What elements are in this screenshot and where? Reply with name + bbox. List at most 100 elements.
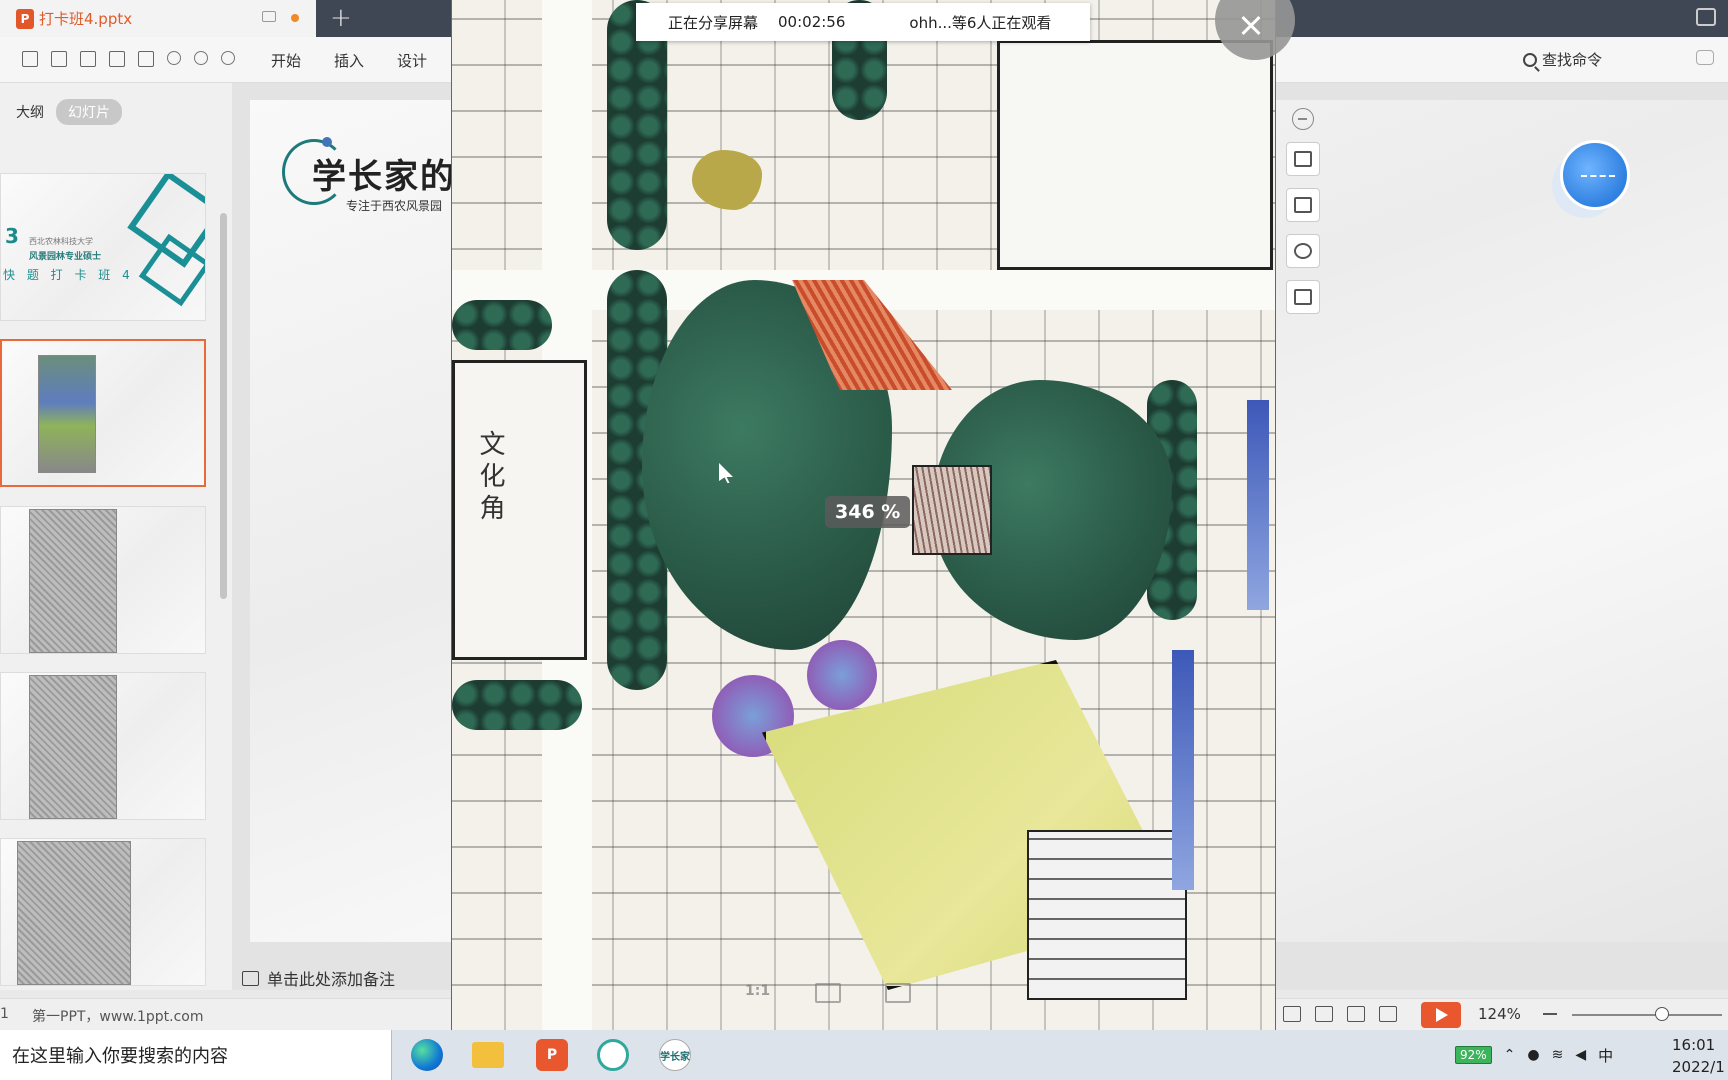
window-layout-icon[interactable] <box>1696 8 1716 26</box>
document-tab-name: 打卡班4.pptx <box>39 10 133 28</box>
zoom-level[interactable]: 124% <box>1478 1005 1521 1023</box>
slide-number: 1 <box>0 1006 9 1022</box>
tab-slides[interactable]: 幻灯片 <box>56 99 122 125</box>
logo-title: 学长家的 <box>312 157 456 197</box>
redo-icon[interactable] <box>194 51 208 65</box>
notes-placeholder: 单击此处添加备注 <box>267 970 396 989</box>
open-folder-icon[interactable] <box>22 51 38 67</box>
edit-icon <box>1294 289 1312 305</box>
menu-insert[interactable]: 插入 <box>334 50 364 71</box>
floating-assistant-icon[interactable] <box>1560 140 1630 210</box>
taskbar-search-placeholder: 在这里输入你要搜索的内容 <box>12 1046 228 1067</box>
customize-dropdown-icon[interactable] <box>221 51 235 65</box>
notes-area[interactable]: 单击此处添加备注 <box>242 966 395 990</box>
menu-design[interactable]: 设计 <box>397 50 427 71</box>
print-icon[interactable] <box>109 51 125 67</box>
thumb-plan-image <box>29 675 117 819</box>
zoom-out-circle-icon[interactable] <box>1292 108 1314 130</box>
thumb-major: 风景园林专业硕士 <box>29 252 102 262</box>
edge-browser-icon[interactable] <box>411 1039 443 1071</box>
slide-logo: 学长家的 专注于西农风景园 <box>282 135 454 215</box>
share-watchers: ohh...等6人正在观看 <box>909 13 1052 32</box>
save-icon[interactable] <box>51 51 67 67</box>
viewer-bottom-controls: 1:1 <box>745 983 911 1003</box>
slide-thumbnail-3[interactable] <box>0 506 206 654</box>
zoom-slider[interactable] <box>1572 1014 1722 1016</box>
layers-icon <box>1294 151 1312 167</box>
logo-dot-icon <box>322 137 332 147</box>
plan-flowering-tree <box>807 640 877 710</box>
wifi-icon[interactable]: ≋ <box>1552 1047 1564 1063</box>
reading-view-icon[interactable] <box>1347 1006 1365 1022</box>
document-tab[interactable]: P 打卡班4.pptx <box>0 0 316 37</box>
edit-button[interactable] <box>1286 280 1320 314</box>
slide-thumbnail-4[interactable] <box>0 672 206 820</box>
slide-thumbnail-2[interactable] <box>0 339 206 487</box>
battery-indicator[interactable]: 92% <box>1455 1046 1492 1064</box>
tab-outline[interactable]: 大纲 <box>16 102 44 122</box>
file-explorer-icon[interactable] <box>472 1042 504 1068</box>
plan-plaza <box>912 465 992 555</box>
screen-share-bar[interactable]: 正在分享屏幕 00:02:56 ohh...等6人正在观看 <box>636 3 1090 41</box>
crop-icon <box>1294 197 1312 213</box>
notes-icon <box>242 970 259 986</box>
image-viewer[interactable]: 文化角 346 % <box>451 0 1276 1030</box>
wps-presentation-icon[interactable]: P <box>536 1039 568 1071</box>
unsaved-dot-icon <box>291 14 299 22</box>
layers-button[interactable] <box>1286 142 1320 176</box>
monitor-icon[interactable] <box>262 11 276 22</box>
pinwheel-app-icon[interactable] <box>597 1039 629 1071</box>
command-search[interactable]: 查找命令 <box>1523 49 1602 70</box>
slide-panel: 大纲 幻灯片 3 西北农林科技大学 风景园林专业硕士 快 题 打 卡 班 4 <box>0 83 232 990</box>
microphone-icon[interactable]: ● <box>1527 1047 1539 1063</box>
panel-scrollbar[interactable] <box>220 213 227 599</box>
thumb-plan-image <box>38 355 96 473</box>
view-switcher <box>1283 1006 1397 1022</box>
play-slideshow-button[interactable] <box>1421 1002 1461 1028</box>
logo-subtitle: 专注于西农风景园 <box>346 199 443 213</box>
export-pdf-icon[interactable] <box>80 51 96 67</box>
plan-water-channel <box>1247 400 1269 610</box>
share-timer: 00:02:56 <box>778 13 846 31</box>
thumb-school: 西北农林科技大学 <box>29 237 93 246</box>
panel-view-tabs: 大纲 幻灯片 <box>16 99 122 125</box>
zoom-out-icon[interactable] <box>1543 1013 1557 1015</box>
assistant-dash-icon <box>1581 175 1615 178</box>
magnify-button[interactable] <box>1286 234 1320 268</box>
undo-icon[interactable] <box>167 51 181 65</box>
taskbar-search[interactable]: 在这里输入你要搜索的内容 <box>0 1030 392 1080</box>
plan-tree-row <box>452 680 582 730</box>
comment-icon[interactable] <box>1696 50 1714 65</box>
normal-view-icon[interactable] <box>1283 1006 1301 1022</box>
ribbon-menu: 开始 插入 设计 <box>271 50 427 71</box>
ime-indicator[interactable]: 中 <box>1598 1045 1613 1066</box>
menu-start[interactable]: 开始 <box>271 50 301 71</box>
slide-thumbnail-5[interactable] <box>0 838 206 986</box>
plan-building <box>997 40 1273 270</box>
new-tab-plus-icon[interactable]: + <box>330 3 352 33</box>
record-icon[interactable] <box>1379 1006 1397 1022</box>
plan-grid-paving <box>1027 830 1187 1000</box>
windows-taskbar: 在这里输入你要搜索的内容 P 学长家 92% ⌃ ● ≋ ◀ 中 16:01 2… <box>0 1030 1728 1080</box>
study-app-icon[interactable]: 学长家 <box>659 1039 691 1071</box>
plan-label-culture-corner: 文化角 <box>475 430 505 526</box>
thumb-number: 3 <box>5 224 19 248</box>
slide-sorter-icon[interactable] <box>1315 1006 1333 1022</box>
system-tray: 92% ⌃ ● ≋ ◀ 中 <box>1455 1030 1613 1080</box>
theme-name: 第一PPT，www.1ppt.com <box>32 1009 204 1025</box>
actual-size-button[interactable]: 1:1 <box>745 983 771 1003</box>
crop-button[interactable] <box>1286 188 1320 222</box>
taskbar-clock[interactable]: 16:01 2022/1 <box>1672 1034 1725 1078</box>
print-preview-icon[interactable] <box>138 51 154 67</box>
fit-window-icon[interactable] <box>815 983 841 1003</box>
command-search-label: 查找命令 <box>1542 51 1603 69</box>
zoom-slider-knob[interactable] <box>1655 1007 1669 1021</box>
search-icon <box>1523 52 1537 67</box>
slide-thumbnail-1[interactable]: 3 西北农林科技大学 风景园林专业硕士 快 题 打 卡 班 4 <box>0 173 206 321</box>
plan-tree-row <box>452 300 552 350</box>
ppt-file-icon: P <box>16 8 34 29</box>
screen-icon[interactable] <box>885 983 911 1003</box>
speaker-icon[interactable]: ◀ <box>1575 1047 1586 1063</box>
thumb-plan-image <box>29 509 117 653</box>
chevron-up-icon[interactable]: ⌃ <box>1504 1047 1516 1063</box>
